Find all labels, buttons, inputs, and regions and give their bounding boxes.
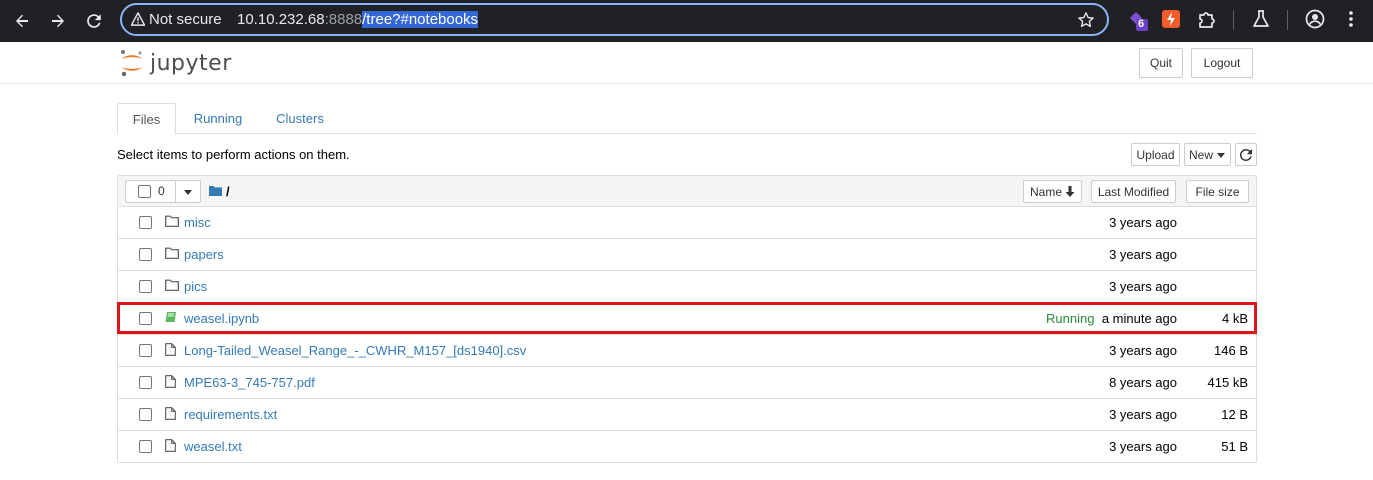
folder-home-icon[interactable] bbox=[209, 185, 222, 196]
arrow-down-icon bbox=[1065, 186, 1075, 197]
folder-icon bbox=[165, 279, 179, 291]
row-checkbox[interactable] bbox=[139, 344, 152, 357]
extension-badge: 6 bbox=[1138, 18, 1145, 30]
new-dropdown-button[interactable]: New bbox=[1184, 143, 1231, 166]
file-name-link[interactable]: misc bbox=[184, 215, 211, 230]
current-path[interactable]: / bbox=[226, 184, 230, 199]
tab-files[interactable]: Files bbox=[117, 103, 176, 135]
quit-button[interactable]: Quit bbox=[1139, 48, 1183, 78]
file-row[interactable]: weasel.txt 3 years ago 51 B bbox=[118, 431, 1256, 463]
tab-bar: Files Running Clusters bbox=[117, 103, 1257, 135]
highlight-box bbox=[117, 302, 1257, 334]
address-bar[interactable]: Not secure 10.10.232.68:8888/tree?#noteb… bbox=[120, 3, 1109, 36]
extension-purple-icon[interactable]: 6 bbox=[1127, 9, 1149, 31]
file-modified: 3 years ago bbox=[1109, 439, 1177, 454]
file-row[interactable]: pics 3 years ago bbox=[118, 271, 1256, 303]
browser-toolbar: Not secure 10.10.232.68:8888/tree?#noteb… bbox=[0, 0, 1373, 42]
new-button-label: New bbox=[1188, 147, 1213, 162]
file-name-link[interactable]: requirements.txt bbox=[184, 407, 277, 422]
extensions-puzzle-icon[interactable] bbox=[1197, 9, 1219, 31]
file-row[interactable]: MPE63-3_745-757.pdf 8 years ago 415 kB bbox=[118, 367, 1256, 399]
url-host: 10.10.232.68 bbox=[237, 11, 325, 28]
sort-name-label: Name bbox=[1029, 184, 1062, 199]
sort-name-button[interactable]: Name bbox=[1023, 180, 1082, 203]
file-size: 415 kB bbox=[1207, 375, 1248, 390]
sort-last-modified-button[interactable]: Last Modified bbox=[1091, 180, 1176, 203]
row-checkbox[interactable] bbox=[139, 216, 152, 229]
file-size: 51 B bbox=[1221, 439, 1248, 454]
file-modified: 8 years ago bbox=[1109, 375, 1177, 390]
file-modified: 3 years ago bbox=[1109, 279, 1177, 294]
row-checkbox[interactable] bbox=[139, 280, 152, 293]
file-list-header: 0 / Name Last Modified File size bbox=[118, 176, 1256, 207]
file-name-link[interactable]: pics bbox=[184, 279, 207, 294]
reload-button[interactable] bbox=[81, 8, 107, 34]
select-all-checkbox[interactable] bbox=[138, 185, 151, 198]
row-checkbox[interactable] bbox=[139, 408, 152, 421]
caret-down-icon[interactable] bbox=[183, 187, 193, 197]
file-icon bbox=[165, 375, 176, 388]
row-checkbox[interactable] bbox=[139, 248, 152, 261]
select-all-group[interactable]: 0 bbox=[125, 180, 201, 203]
folder-icon bbox=[165, 215, 179, 227]
jupyter-logo[interactable]: jupyter bbox=[120, 49, 232, 77]
bookmark-star-icon[interactable] bbox=[1077, 11, 1095, 29]
select-divider bbox=[175, 181, 176, 202]
labs-flask-icon[interactable] bbox=[1251, 9, 1273, 31]
file-icon bbox=[165, 343, 176, 356]
refresh-button[interactable] bbox=[1235, 143, 1257, 166]
file-name-link[interactable]: weasel.txt bbox=[184, 439, 242, 454]
row-checkbox[interactable] bbox=[139, 440, 152, 453]
file-icon bbox=[165, 439, 176, 452]
file-modified: 3 years ago bbox=[1109, 343, 1177, 358]
file-size: 12 B bbox=[1221, 407, 1248, 422]
file-modified: 3 years ago bbox=[1109, 407, 1177, 422]
arrow-right-icon bbox=[52, 14, 64, 28]
refresh-icon bbox=[1240, 148, 1252, 161]
tab-running[interactable]: Running bbox=[182, 103, 254, 134]
tab-clusters[interactable]: Clusters bbox=[264, 103, 336, 134]
file-row[interactable]: papers 3 years ago bbox=[118, 239, 1256, 271]
jupyter-header: jupyter Quit Logout bbox=[0, 42, 1373, 84]
file-name-link[interactable]: MPE63-3_745-757.pdf bbox=[184, 375, 315, 390]
logout-button[interactable]: Logout bbox=[1191, 48, 1253, 78]
toolbar-divider bbox=[1287, 10, 1288, 30]
url-text[interactable]: 10.10.232.68:8888/tree?#notebooks bbox=[237, 11, 479, 28]
folder-icon bbox=[165, 247, 179, 259]
caret-down-icon bbox=[1217, 152, 1225, 158]
file-name-link[interactable]: papers bbox=[184, 247, 224, 262]
warning-triangle-icon bbox=[131, 12, 145, 26]
jupyter-logo-icon bbox=[121, 50, 142, 77]
file-row[interactable]: misc 3 years ago bbox=[118, 207, 1256, 239]
file-modified: 3 years ago bbox=[1109, 247, 1177, 262]
selected-count: 0 bbox=[158, 184, 165, 198]
file-size: 146 B bbox=[1214, 343, 1248, 358]
row-checkbox[interactable] bbox=[139, 376, 152, 389]
security-label[interactable]: Not secure bbox=[149, 11, 222, 28]
profile-avatar-icon[interactable] bbox=[1305, 9, 1327, 31]
reload-icon bbox=[87, 14, 101, 28]
back-button[interactable] bbox=[9, 8, 35, 34]
arrow-left-icon bbox=[16, 14, 28, 28]
upload-button[interactable]: Upload bbox=[1131, 143, 1180, 166]
jupyter-logo-text: jupyter bbox=[150, 50, 232, 76]
toolbar-divider bbox=[1233, 10, 1234, 30]
file-modified: 3 years ago bbox=[1109, 215, 1177, 230]
file-row[interactable]: requirements.txt 3 years ago 12 B bbox=[118, 399, 1256, 431]
selection-hint: Select items to perform actions on them. bbox=[117, 147, 350, 162]
extension-orange-icon[interactable] bbox=[1161, 9, 1183, 31]
sort-file-size-button[interactable]: File size bbox=[1186, 180, 1249, 203]
menu-kebab-icon[interactable] bbox=[1341, 9, 1363, 31]
url-path-selected: /tree?#notebooks bbox=[362, 11, 479, 28]
url-port: :8888 bbox=[324, 11, 363, 28]
file-row[interactable]: Long-Tailed_Weasel_Range_-_CWHR_M157_[ds… bbox=[118, 335, 1256, 367]
file-icon bbox=[165, 407, 176, 420]
file-name-link[interactable]: Long-Tailed_Weasel_Range_-_CWHR_M157_[ds… bbox=[184, 343, 526, 358]
forward-button[interactable] bbox=[45, 8, 71, 34]
